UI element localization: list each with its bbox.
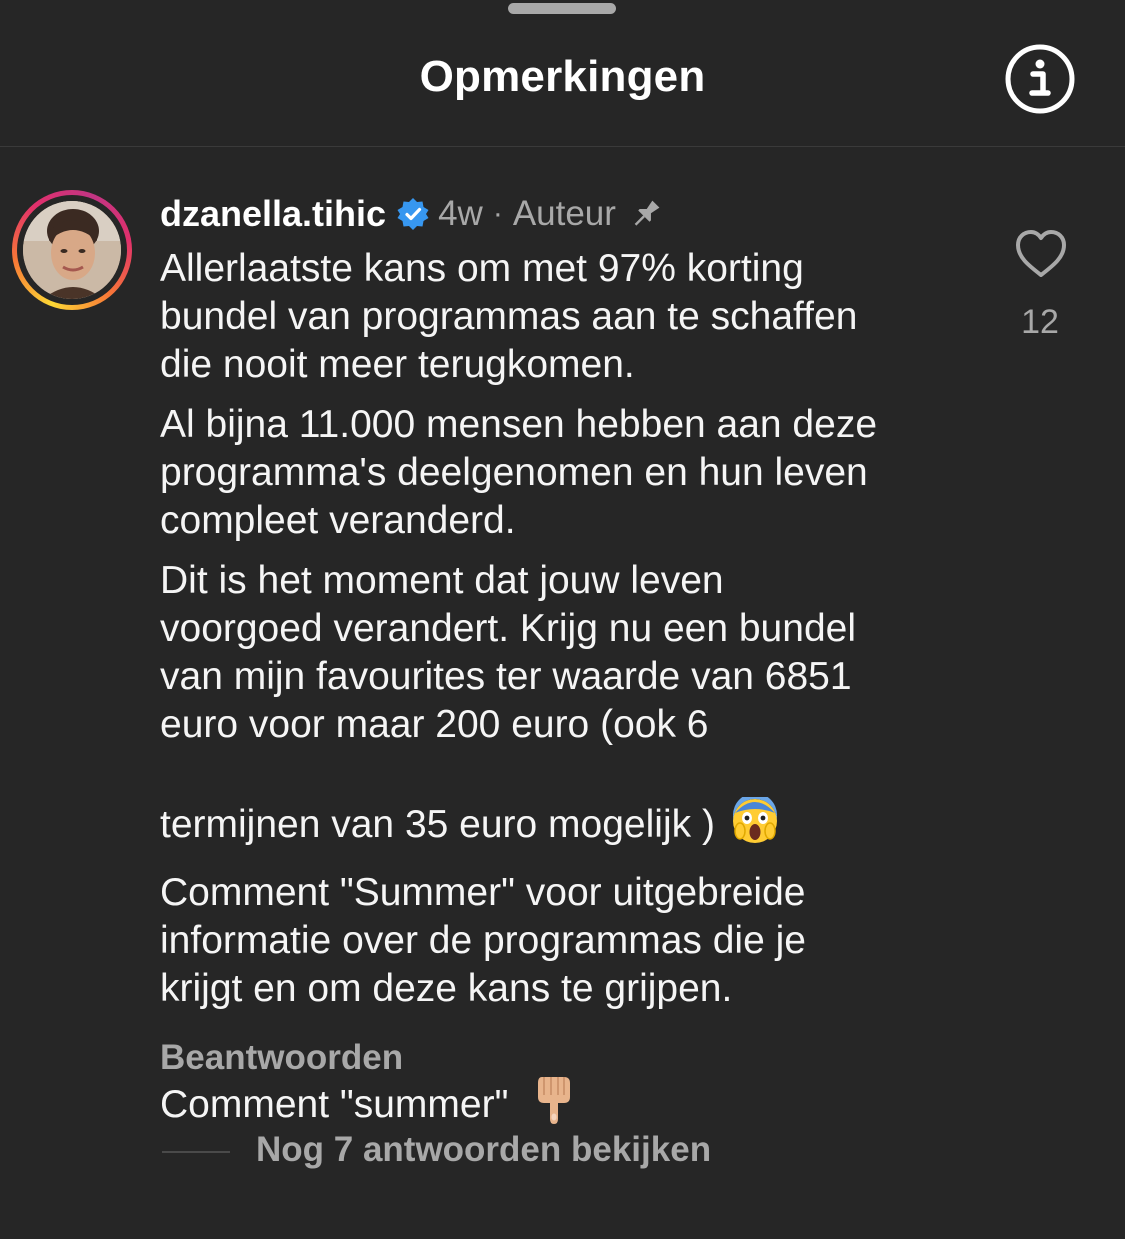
reply-button[interactable]: Beantwoorden	[160, 1038, 403, 1078]
username[interactable]: dzanella.tihic	[160, 193, 386, 235]
avatar[interactable]	[12, 190, 132, 310]
comment-paragraph: Comment "Summer" voor uitgebreide inform…	[160, 871, 806, 1010]
pointing-down-emoji-icon	[534, 1025, 574, 1137]
avatar-portrait-icon	[23, 201, 121, 299]
author-label: Auteur	[512, 194, 616, 233]
comment-paragraph: Al bijna 11.000 mensen hebben aan deze p…	[160, 403, 878, 542]
comments-header: Opmerkingen	[0, 0, 1125, 147]
replies-divider	[162, 1151, 230, 1153]
info-icon[interactable]	[1004, 43, 1076, 115]
avatar-photo	[23, 201, 121, 299]
comment-text: Allerlaatste kans om met 97% korting bun…	[160, 245, 980, 1149]
view-replies-button[interactable]: Nog 7 antwoorden bekijken	[256, 1130, 711, 1170]
comment-paragraph-text: Comment "summer"	[160, 1083, 509, 1126]
page-title: Opmerkingen	[419, 52, 706, 101]
comment-time: 4w	[438, 194, 483, 233]
verified-badge-icon	[397, 198, 429, 230]
comment-paragraph: Allerlaatste kans om met 97% korting bun…	[160, 247, 858, 386]
heart-outline-icon[interactable]	[1014, 228, 1068, 280]
comment-paragraph: Dit is het moment dat jouw leven voorgoe…	[160, 557, 980, 857]
comment-header: dzanella.tihic 4w · Auteur	[160, 192, 664, 236]
meta-separator: ·	[492, 197, 503, 230]
pin-icon	[634, 200, 660, 226]
like-count: 12	[1021, 303, 1059, 341]
screaming-face-emoji-icon	[731, 749, 779, 857]
